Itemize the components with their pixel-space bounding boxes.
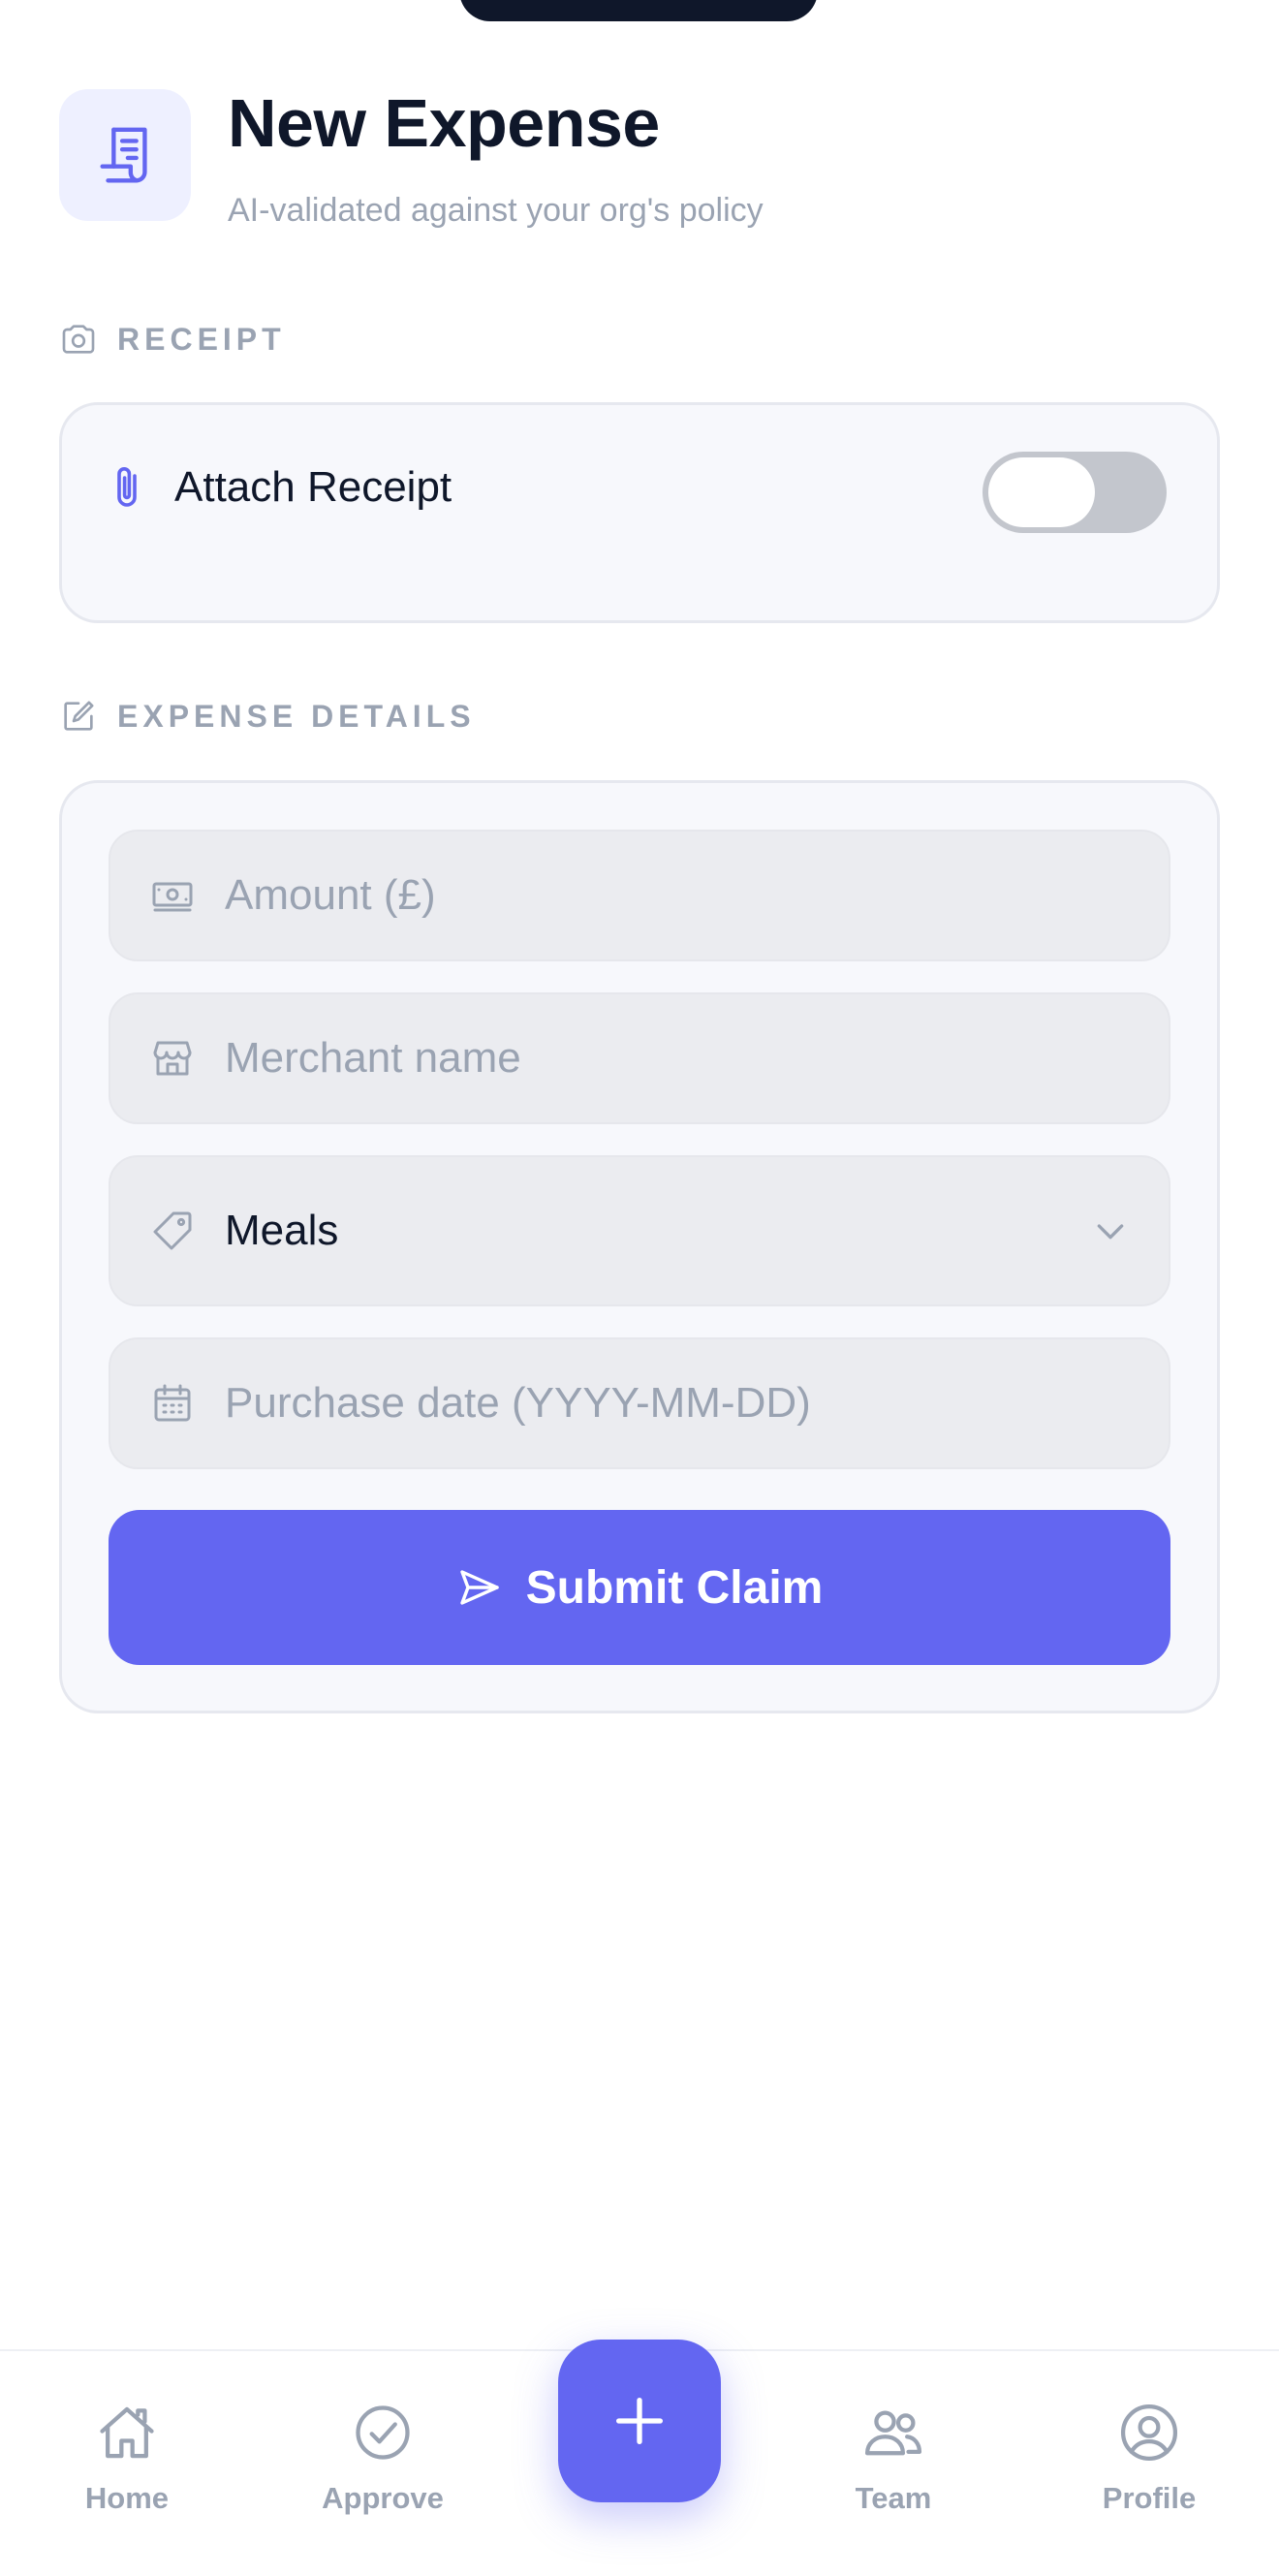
- camera-icon: [59, 320, 98, 359]
- users-icon: [864, 2410, 922, 2456]
- calendar-icon: [149, 1380, 196, 1427]
- tab-approve-label: Approve: [322, 2481, 444, 2515]
- tab-team-label: Team: [855, 2481, 932, 2515]
- attach-receipt-label: Attach Receipt: [174, 463, 452, 511]
- purchase-date-field[interactable]: Purchase date (YYYY-MM-DD): [109, 1337, 1170, 1469]
- tab-approve[interactable]: Approve: [286, 2400, 480, 2516]
- attach-receipt-toggle[interactable]: [983, 452, 1167, 533]
- check-circle-icon: [356, 2405, 410, 2460]
- submit-claim-button[interactable]: Submit Claim: [109, 1510, 1170, 1665]
- category-select[interactable]: Meals: [109, 1155, 1170, 1306]
- store-icon: [149, 1035, 196, 1082]
- paperclip-icon: [117, 467, 137, 507]
- tab-profile[interactable]: Profile: [1052, 2400, 1246, 2516]
- tag-icon: [149, 1208, 196, 1254]
- page-title: New Expense: [228, 85, 660, 161]
- details-section-label: EXPENSE DETAILS: [59, 697, 476, 736]
- category-value: Meals: [225, 1207, 339, 1254]
- tab-team[interactable]: Team: [796, 2400, 990, 2516]
- home-icon: [100, 2406, 154, 2459]
- details-section-text: EXPENSE DETAILS: [117, 698, 476, 734]
- tab-home-label: Home: [84, 2481, 170, 2515]
- send-icon: [459, 1570, 499, 1605]
- purchase-date-placeholder: Purchase date (YYYY-MM-DD): [225, 1379, 811, 1427]
- receipt-section-text: RECEIPT: [117, 321, 286, 357]
- submit-claim-label: Submit Claim: [525, 1561, 824, 1614]
- receipt-section-label: RECEIPT: [59, 320, 286, 359]
- details-card: Amount (£) Merchant name Meals Purchase …: [59, 780, 1220, 1713]
- receipt-card: Attach Receipt: [59, 402, 1220, 623]
- status-notch: [459, 0, 818, 21]
- merchant-placeholder: Merchant name: [225, 1034, 521, 1082]
- plus-icon: [616, 2398, 663, 2444]
- merchant-field[interactable]: Merchant name: [109, 992, 1170, 1124]
- amount-placeholder: Amount (£): [225, 871, 436, 919]
- attach-receipt-row[interactable]: Attach Receipt: [112, 452, 1167, 533]
- new-expense-fab[interactable]: [558, 2340, 721, 2502]
- cash-icon: [149, 872, 196, 919]
- user-circle-icon: [1120, 2403, 1178, 2462]
- receipt-icon: [59, 89, 191, 221]
- toggle-knob: [988, 457, 1095, 527]
- chevron-down-icon: [1097, 1224, 1124, 1240]
- tab-profile-label: Profile: [1102, 2481, 1197, 2515]
- edit-icon: [59, 697, 98, 736]
- tab-home[interactable]: Home: [30, 2400, 224, 2516]
- page-header: New Expense AI-validated against your or…: [59, 89, 1220, 230]
- page-subtitle: AI-validated against your org's policy: [228, 192, 764, 229]
- amount-field[interactable]: Amount (£): [109, 830, 1170, 961]
